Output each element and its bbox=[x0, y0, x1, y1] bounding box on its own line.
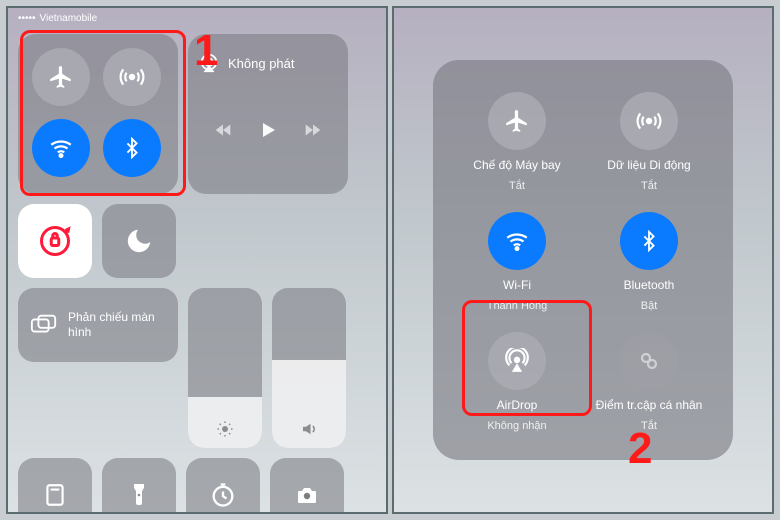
brightness-slider[interactable] bbox=[188, 288, 262, 448]
exp-airplane-label: Chế độ Máy bay bbox=[473, 158, 560, 172]
moon-icon bbox=[124, 226, 154, 256]
annotation-box-2 bbox=[462, 300, 592, 416]
exp-cellular-toggle[interactable]: Dữ liệu Di động Tắt bbox=[583, 82, 715, 202]
exp-bluetooth-label: Bluetooth bbox=[624, 278, 675, 292]
exp-bluetooth-toggle[interactable]: Bluetooth Bật bbox=[583, 202, 715, 322]
sun-icon bbox=[216, 420, 234, 438]
rewind-icon bbox=[212, 119, 234, 141]
pane-right: Chế độ Máy bay Tắt Dữ liệu Di động Tắt W… bbox=[392, 6, 774, 514]
timer-button[interactable] bbox=[186, 458, 260, 514]
status-carrier: ••••• Vietnamobile bbox=[18, 13, 97, 24]
exp-airdrop-status: Không nhận bbox=[487, 420, 546, 432]
timer-icon bbox=[209, 481, 237, 509]
status-bar: ••••• Vietnamobile bbox=[8, 8, 386, 28]
exp-wifi-label: Wi-Fi bbox=[503, 278, 531, 292]
exp-airplane-toggle[interactable]: Chế độ Máy bay Tắt bbox=[451, 82, 583, 202]
lock-rotation-icon bbox=[37, 223, 73, 259]
play-icon bbox=[256, 118, 280, 142]
camera-button[interactable] bbox=[270, 458, 344, 514]
mirror-icon bbox=[30, 313, 58, 337]
flashlight-icon bbox=[127, 481, 151, 509]
cellular-icon bbox=[636, 108, 662, 134]
dnd-toggle[interactable] bbox=[102, 204, 176, 278]
rewind-button[interactable] bbox=[212, 119, 234, 141]
app-shortcut-grid bbox=[18, 458, 376, 514]
hotspot-icon bbox=[637, 349, 661, 373]
exp-bluetooth-status: Bật bbox=[641, 300, 658, 312]
calculator-button[interactable] bbox=[18, 458, 92, 514]
annotation-step-1: 1 bbox=[194, 26, 218, 76]
exp-airplane-status: Tắt bbox=[509, 180, 525, 192]
screen-mirroring-button[interactable]: Phản chiếu màn hình bbox=[18, 288, 178, 362]
bluetooth-icon bbox=[638, 230, 660, 252]
forward-button[interactable] bbox=[302, 119, 324, 141]
orientation-lock-toggle[interactable] bbox=[18, 204, 92, 278]
annotation-step-2: 2 bbox=[628, 424, 652, 474]
exp-cellular-label: Dữ liệu Di động bbox=[607, 158, 690, 172]
carrier-name: Vietnamobile bbox=[40, 13, 98, 24]
speaker-icon bbox=[300, 420, 318, 438]
airplane-icon bbox=[504, 108, 530, 134]
exp-cellular-status: Tắt bbox=[641, 180, 657, 192]
play-button[interactable] bbox=[256, 118, 280, 142]
mirror-label: Phản chiếu màn hình bbox=[68, 310, 166, 340]
calculator-icon bbox=[42, 482, 68, 508]
carrier-dots-icon: ••••• bbox=[18, 13, 36, 24]
annotation-box-1 bbox=[20, 30, 186, 196]
flashlight-button[interactable] bbox=[102, 458, 176, 514]
forward-icon bbox=[302, 119, 324, 141]
wifi-icon bbox=[504, 228, 530, 254]
volume-slider[interactable] bbox=[272, 288, 346, 448]
pane-left: ••••• Vietnamobile 1 bbox=[6, 6, 388, 514]
camera-icon bbox=[293, 483, 321, 507]
exp-hotspot-label: Điểm tr.cập cá nhân bbox=[596, 398, 703, 412]
media-title: Không phát bbox=[228, 56, 295, 71]
